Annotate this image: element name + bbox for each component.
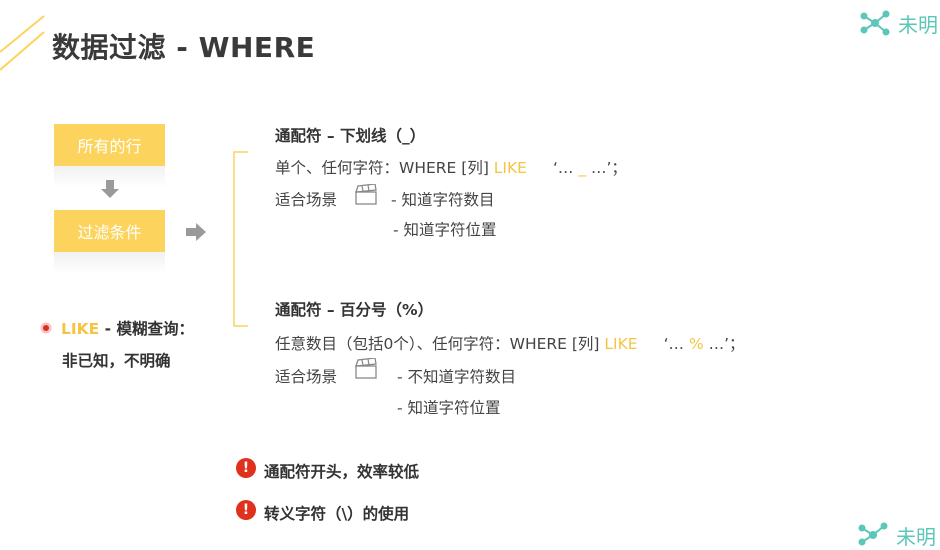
warning-text: 转义字符（\）的使用 [264, 505, 410, 523]
exclamation-icon: ! [236, 458, 256, 478]
quote-open: ‘… [552, 159, 579, 177]
like-desc: - 模糊查询： [99, 320, 194, 338]
molecule-icon [860, 10, 890, 36]
desc-text: 任意数目（包括0个）、任何字符：WHERE [列] [275, 335, 605, 353]
molecule-icon [858, 522, 888, 546]
clapperboard-icon [355, 358, 377, 379]
page-title: 数据过滤 - WHERE [52, 31, 316, 64]
quote-close: …’； [703, 335, 745, 353]
like-note: LIKE - 模糊查询： [61, 317, 194, 339]
brand-name-bottom: 未明 [896, 524, 936, 549]
exclamation-icon: ! [236, 500, 256, 520]
brand-logo-bottom: 未明 [856, 520, 936, 550]
warning-text: 通配符开头，效率较低 [264, 463, 420, 481]
brand-logo: 未明 [858, 8, 938, 38]
corner-decoration [0, 15, 45, 71]
scene-item: - 知道字符位置 [397, 399, 501, 417]
scene-label: 适合场景 [275, 368, 338, 386]
clapperboard-icon [355, 184, 377, 205]
wildcard-underscore-desc: 单个、任何字符：WHERE [列] LIKE ‘… _ …’； [275, 156, 627, 178]
wildcard-symbol: % [688, 335, 704, 353]
bracket [233, 151, 248, 327]
arrow-down-icon [101, 180, 119, 198]
wildcard-symbol: _ [578, 159, 587, 177]
like-note-line2: 非已知，不明确 [62, 352, 171, 370]
quote-open: ‘… [663, 335, 689, 353]
scene-item: - 不知道字符数目 [397, 368, 517, 386]
like-keyword: LIKE [604, 335, 638, 353]
scene-row: 适合场景 [275, 365, 337, 387]
arrow-right-icon [186, 223, 206, 241]
record-dot-icon [40, 322, 52, 334]
brand-name: 未明 [898, 12, 938, 37]
flow-box-all-rows: 所有的行 [54, 124, 165, 166]
scene-item: - 知道字符数目 [391, 191, 495, 209]
flow-box-shadow [54, 252, 165, 274]
wildcard-underscore-heading: 通配符 – 下划线（_） [275, 127, 426, 145]
scene-row: 适合场景 [275, 188, 337, 210]
quote-close: …’； [586, 159, 627, 177]
scene-label: 适合场景 [275, 191, 338, 209]
wildcard-percent-desc: 任意数目（包括0个）、任何字符：WHERE [列] LIKE ‘… % …’； [275, 332, 745, 354]
scene-item: - 知道字符位置 [393, 221, 497, 239]
desc-text: 单个、任何字符：WHERE [列] [275, 159, 494, 177]
flow-box-filter: 过滤条件 [54, 210, 165, 252]
wildcard-percent-heading: 通配符 – 百分号（%） [275, 301, 434, 319]
like-keyword: LIKE [493, 159, 527, 177]
like-keyword: LIKE [61, 320, 100, 338]
